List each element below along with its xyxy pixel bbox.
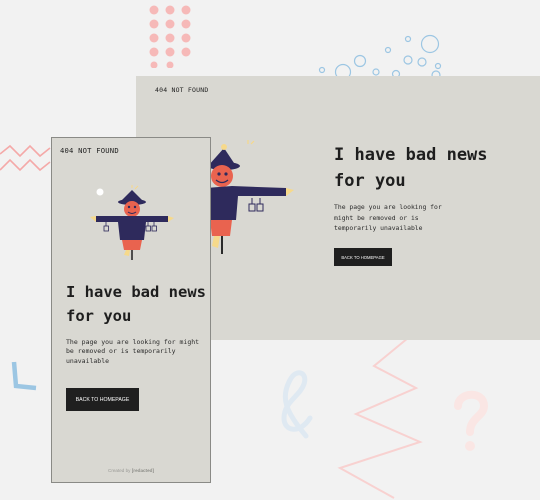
footer-prefix: Created by (108, 468, 131, 473)
brand-logo[interactable]: 404 NOT FOUND (60, 146, 119, 155)
page-title: I have bad news for you (66, 283, 206, 325)
brand-logo[interactable]: 404 NOT FOUND (155, 86, 208, 94)
dots-decoration (149, 5, 191, 68)
back-to-homepage-button[interactable]: BACK TO HOMEPAGE (66, 388, 139, 411)
ampersand-decoration (281, 370, 313, 439)
question-mark-decoration (454, 390, 489, 451)
page-title: I have bad news for you (334, 145, 488, 191)
zigzag-decoration (0, 144, 51, 172)
zigzag-decoration (337, 337, 423, 499)
mobile-preview: 404 NOT FOUND I have bad news for you Th… (51, 137, 211, 483)
l-shape-decoration (11, 361, 37, 391)
scarecrow-illustration (206, 140, 294, 254)
page-description: The page you are looking for might be re… (66, 338, 200, 365)
bubbles-decoration (318, 34, 442, 80)
footer-credit: Created by [redacted] (52, 468, 210, 473)
back-to-homepage-button[interactable]: BACK TO HOMEPAGE (334, 248, 392, 266)
scarecrow-illustration (90, 185, 174, 260)
page-description: The page you are looking for might be re… (334, 203, 442, 232)
footer-author-link[interactable]: [redacted] (132, 468, 154, 473)
